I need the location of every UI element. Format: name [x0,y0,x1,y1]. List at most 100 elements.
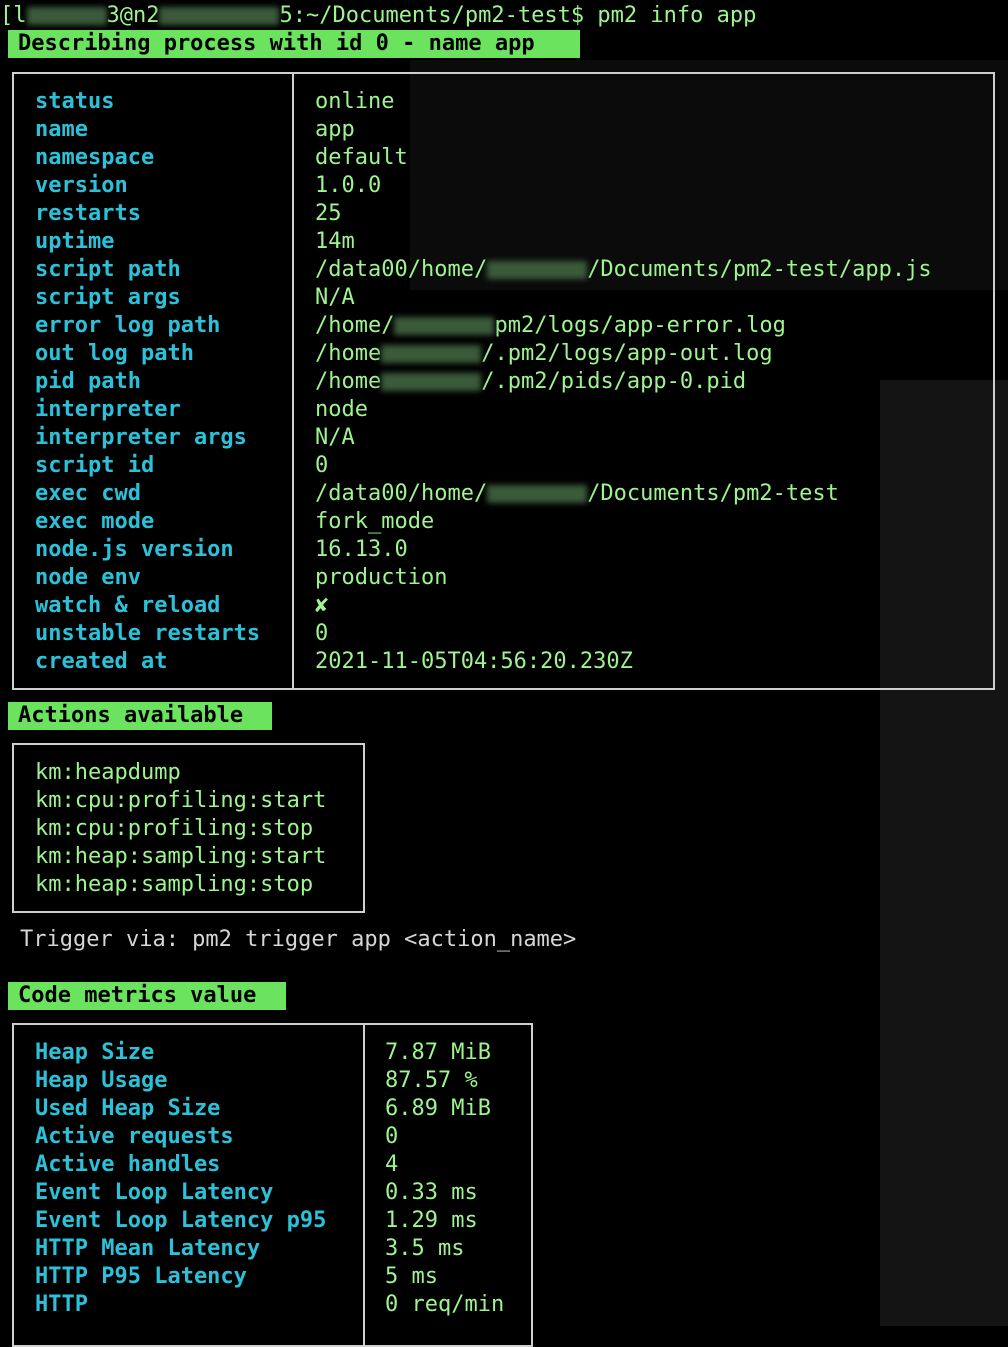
action-item: km:cpu:profiling:start [35,788,327,813]
info-value: /home /.pm2/pids/app-0.pid [315,368,746,396]
info-value: /data00/home/ /Documents/pm2-test [315,480,839,508]
info-key: unstable restarts [35,621,261,646]
info-value: 0 [315,620,328,648]
info-key: node.js version [35,537,234,562]
info-value-text: /data00/home/ [315,481,488,506]
info-value-text: /home/ [315,313,395,338]
metrics-banner: Code metrics value [8,982,286,1010]
metric-value: 0.33 ms [385,1180,478,1205]
info-key: uptime [35,229,115,254]
action-item: km:heapdump [35,760,181,785]
metric-key: Event Loop Latency [35,1180,274,1205]
action-item: km:cpu:profiling:stop [35,816,314,841]
info-key: namespace [35,145,155,170]
prompt-host: 3@n2 [106,3,160,28]
info-value: production [315,564,447,592]
info-value-tail: pm2/logs/app-error.log [494,313,786,338]
info-value: ✘ [315,592,328,620]
action-item: km:heap:sampling:start [35,844,327,869]
info-value: node [315,396,368,424]
redacted-hostname [159,7,280,25]
terminal-prompt-line: [l 3@n2 5:~/Documents/pm2-test$ pm2 info a… [0,2,756,30]
metric-value: 0 [385,1124,399,1149]
info-value-text: fork_mode [315,509,435,534]
info-key: script args [35,285,181,310]
info-value-text: app [315,117,355,142]
redacted-username [487,485,588,503]
info-value-text: /data00/home/ [315,257,488,282]
metric-value: 1.29 ms [385,1208,478,1233]
metric-key: Active requests [35,1124,234,1149]
info-value: 0 [315,452,328,480]
info-value: fork_mode [315,508,434,536]
metric-key: Event Loop Latency p95 [35,1208,327,1233]
info-value: app [315,116,355,144]
redacted-username [381,345,482,363]
info-value-tail: /Documents/pm2-test [587,481,839,506]
table-column-divider [292,74,294,688]
info-value-text: online [315,89,395,114]
info-key: pid path [35,369,141,394]
info-key: created at [35,649,168,674]
info-key: exec cwd [35,481,141,506]
info-value-text: 25 [315,201,342,226]
metric-value: 87.57 % [385,1068,478,1093]
metric-value: 0 req/min [385,1292,505,1317]
prompt-user: [l [0,3,27,28]
info-value-tail: /Documents/pm2-test/app.js [587,257,932,282]
info-value-text: default [315,145,408,170]
metric-value: 7.87 MiB [385,1040,491,1065]
metric-key: Heap Usage [35,1068,168,1093]
info-value: /data00/home/ /Documents/pm2-test/app.js [315,256,932,284]
info-value-tail: /.pm2/logs/app-out.log [481,341,773,366]
info-value-text: node [315,397,368,422]
info-key: interpreter args [35,425,247,450]
info-value-text: /home [315,341,382,366]
info-value: /home /.pm2/logs/app-out.log [315,340,773,368]
metric-key: Used Heap Size [35,1096,221,1121]
metric-value: 5 ms [385,1264,438,1289]
metric-value: 3.5 ms [385,1236,465,1261]
info-value-text: 16.13.0 [315,537,408,562]
info-key: script path [35,257,181,282]
code-metrics-table: Heap Size 7.87 MiB Heap Usage 87.57 % Used H… [12,1023,533,1347]
info-key: node env [35,565,141,590]
info-value: /home/pm2/logs/app-error.log [315,312,786,340]
info-value-text: 2021-11-05T04:56:20.230Z [315,649,633,674]
redacted-username [487,261,588,279]
info-value: online [315,88,394,116]
info-key: interpreter [35,397,181,422]
info-value: 14m [315,228,355,256]
prompt-path: 5:~/Documents/pm2-test$ [279,3,585,28]
prompt-command: pm2 info app [597,3,757,28]
info-value-text: /home [315,369,382,394]
info-value-text: ✘ [315,593,329,618]
redacted-username [381,373,482,391]
info-key: watch & reload [35,593,221,618]
info-key: error log path [35,313,221,338]
metric-key: Active handles [35,1152,221,1177]
table-column-divider [363,1025,365,1345]
describe-banner: Describing process with id 0 - name app [8,30,580,58]
info-key: exec mode [35,509,155,534]
info-key: name [35,117,88,142]
info-value-tail: /.pm2/pids/app-0.pid [481,369,747,394]
info-value: default [315,144,408,172]
info-value: N/A [315,424,355,452]
info-value: 25 [315,200,342,228]
actions-table: km:heapdump km:cpu:profiling:start km:cpu:… [12,743,365,913]
metric-value: 4 [385,1152,399,1177]
info-value-text: 1.0.0 [315,173,382,198]
info-key: version [35,173,128,198]
info-key: restarts [35,201,141,226]
info-value-text: N/A [315,285,355,310]
info-value: 1.0.0 [315,172,381,200]
info-value-text: production [315,565,448,590]
info-value: 2021-11-05T04:56:20.230Z [315,648,633,676]
process-info-table: status online name app namespace default versi… [12,72,995,690]
action-item: km:heap:sampling:stop [35,872,314,897]
info-value-text: 14m [315,229,355,254]
info-value-text: 0 [315,621,329,646]
metric-key: HTTP [35,1292,88,1317]
info-value-text: 0 [315,453,329,478]
